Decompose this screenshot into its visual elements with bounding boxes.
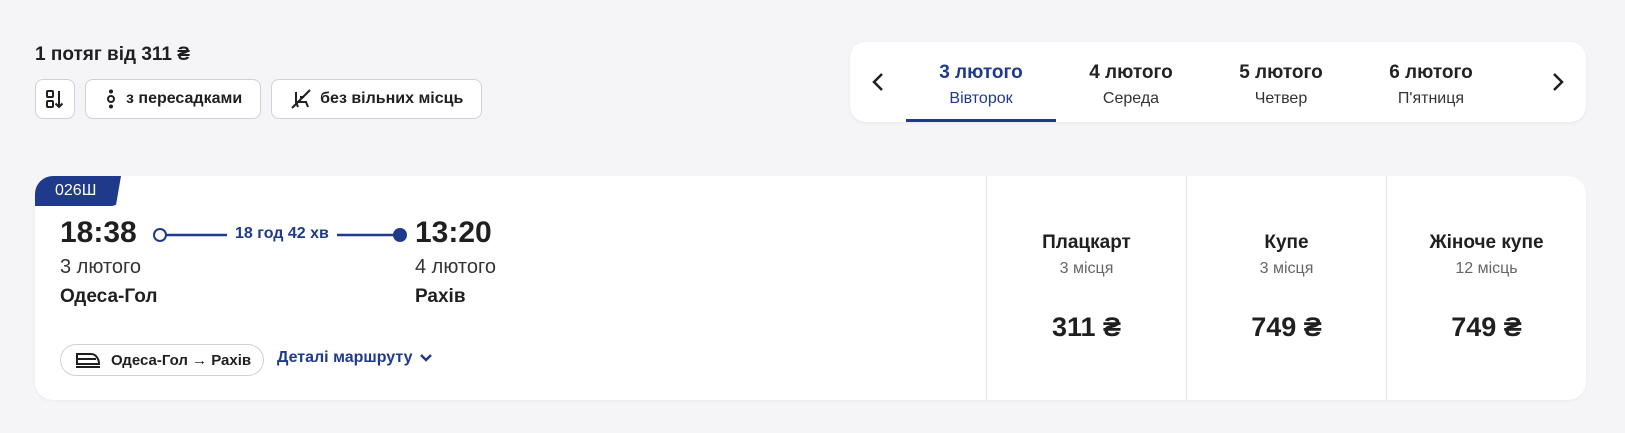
next-dates-button[interactable] [1530, 42, 1586, 122]
class-price: 311 ₴ [1051, 312, 1122, 342]
sort-icon [46, 90, 64, 109]
transfers-filter-button[interactable]: з пересадками [85, 79, 262, 119]
date-tab-date: 4 лютого [1089, 62, 1173, 83]
class-seats: 3 місця [1259, 260, 1314, 277]
date-tab-date: 6 лютого [1389, 62, 1473, 83]
route-label: Одеса-Гол → Рахів [111, 351, 252, 369]
chevron-left-icon [872, 73, 883, 91]
class-seats: 3 місця [1059, 260, 1114, 277]
class-name: Жіноче купе [1429, 232, 1544, 253]
arrival-point-icon [393, 228, 407, 242]
no-seats-filter-label: без вільних місць [320, 90, 464, 107]
arrival-station: Рахів [415, 286, 466, 307]
date-tab[interactable]: 4 лютого Середа [1056, 42, 1206, 122]
train-number-badge: 026Ш [35, 176, 121, 206]
date-tab-weekday: Четвер [1254, 90, 1308, 107]
class-option-kupe[interactable]: Купе 3 місця 749 ₴ [1186, 176, 1386, 400]
chevron-down-icon [419, 354, 432, 362]
arrival-time: 13:20 [415, 216, 492, 249]
filter-bar: з пересадками без вільних місць [35, 79, 483, 119]
class-name: Плацкарт [1042, 232, 1131, 253]
departure-point-icon [153, 228, 167, 242]
date-tab[interactable]: 5 лютого Четвер [1206, 42, 1356, 122]
no-seats-filter-button[interactable]: без вільних місць [271, 79, 483, 119]
class-seats: 12 місць [1455, 260, 1518, 277]
train-card[interactable]: 026Ш 18:38 3 лютого Одеса-Гол 18 год 42 … [35, 176, 1586, 400]
trip-duration: 18 год 42 хв [227, 225, 337, 243]
prev-dates-button[interactable] [850, 42, 906, 122]
arrival-date: 4 лютого [415, 256, 496, 278]
route-chip: Одеса-Гол → Рахів [60, 344, 265, 376]
date-tab[interactable]: 6 лютого П'ятниця [1356, 42, 1506, 122]
class-price: 749 ₴ [1451, 312, 1522, 342]
class-price: 749 ₴ [1251, 312, 1322, 342]
date-tab-weekday: Вівторок [949, 90, 1013, 107]
departure-station: Одеса-Гол [60, 286, 158, 307]
route-details-link[interactable]: Деталі маршруту [277, 349, 433, 367]
train-icon [76, 353, 101, 368]
route-details-label: Деталі маршруту [277, 349, 413, 366]
date-tab[interactable]: 3 лютого Вівторок [906, 42, 1056, 122]
date-selector: 3 лютого Вівторок 4 лютого Середа 5 люто… [850, 42, 1586, 122]
results-summary: 1 потяг від 311 ₴ [35, 44, 190, 65]
date-tab-date: 5 лютого [1239, 62, 1323, 83]
class-name: Купе [1264, 232, 1309, 253]
date-tab-date: 3 лютого [939, 62, 1023, 83]
transfer-icon [107, 89, 115, 109]
transfers-filter-label: з пересадками [126, 90, 243, 107]
chevron-right-icon [1553, 73, 1564, 91]
no-seat-icon [291, 89, 311, 109]
departure-date: 3 лютого [60, 256, 141, 278]
date-tab-weekday: Середа [1102, 90, 1160, 107]
sort-button[interactable] [35, 79, 75, 119]
date-tab-weekday: П'ятниця [1397, 90, 1465, 107]
class-option-platzkart[interactable]: Плацкарт 3 місця 311 ₴ [986, 176, 1186, 400]
class-option-women-kupe[interactable]: Жіноче купе 12 місць 749 ₴ [1386, 176, 1586, 400]
departure-time: 18:38 [60, 216, 137, 249]
